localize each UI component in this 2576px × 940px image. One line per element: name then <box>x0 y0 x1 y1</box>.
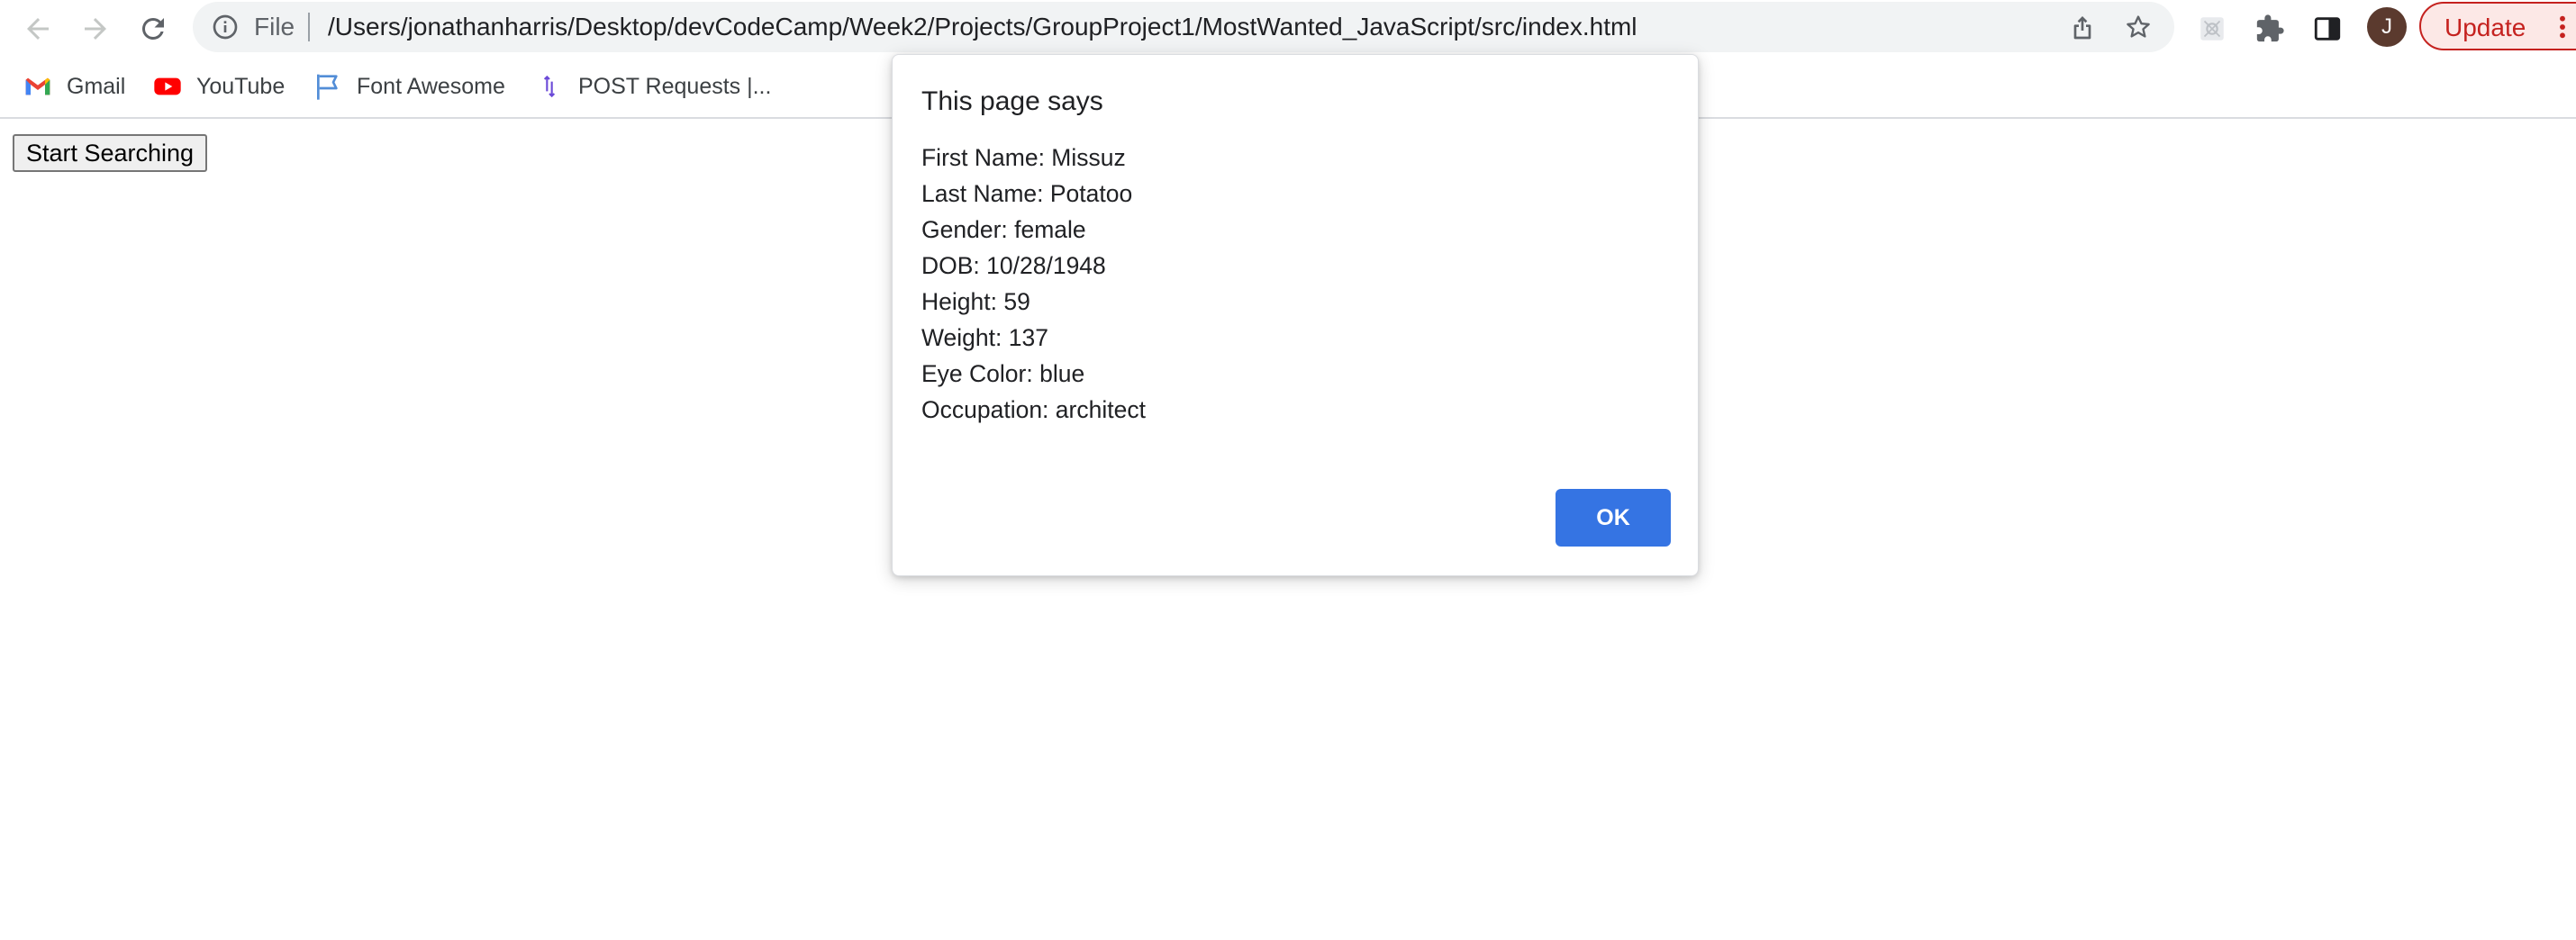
bookmark-label: Gmail <box>67 74 126 99</box>
bookmark-label: Font Awesome <box>357 74 505 99</box>
site-info-icon[interactable] <box>211 13 240 41</box>
side-panel-icon <box>2314 17 2341 41</box>
dialog-line-occupation: Occupation: architect <box>921 396 1146 423</box>
browser-toolbar: File /Users/jonathanharris/Desktop/devCo… <box>0 0 2576 58</box>
bookmark-youtube[interactable]: YouTube <box>153 68 285 104</box>
share-icon <box>2073 16 2091 40</box>
update-button[interactable]: Update <box>2419 2 2576 50</box>
forward-button[interactable] <box>74 7 117 50</box>
reload-button[interactable] <box>132 7 175 50</box>
back-button[interactable] <box>16 7 59 50</box>
extensions-menu-button[interactable] <box>2250 9 2290 49</box>
dialog-line-dob: DOB: 10/28/1948 <box>921 252 1106 279</box>
forward-arrow-icon <box>85 18 106 40</box>
post-requests-icon <box>543 75 556 98</box>
address-url-text[interactable]: /Users/jonathanharris/Desktop/devCodeCam… <box>328 14 1637 41</box>
back-arrow-icon <box>27 18 49 40</box>
bookmark-label: YouTube <box>196 74 286 99</box>
kebab-menu-icon <box>2560 15 2565 39</box>
bookmark-post-requests[interactable]: POST Requests |... <box>535 68 771 104</box>
address-divider <box>308 13 310 41</box>
dialog-title: This page says <box>921 86 1103 116</box>
bookmark-label: POST Requests |... <box>578 74 772 99</box>
start-searching-button[interactable]: Start Searching <box>13 134 207 172</box>
puzzle-piece-icon <box>2256 14 2284 42</box>
reload-icon <box>141 17 164 40</box>
side-panel-button[interactable] <box>2308 9 2347 49</box>
extension-grid-icon <box>2200 17 2224 41</box>
alert-dialog: This page says First Name: Missuz Last N… <box>892 54 1699 576</box>
dialog-line-last-name: Last Name: Potatoo <box>921 180 1133 207</box>
dialog-line-first-name: First Name: Missuz <box>921 144 1126 171</box>
bookmark-gmail[interactable]: Gmail <box>23 68 125 104</box>
dialog-line-height: Height: 59 <box>921 288 1030 315</box>
star-icon <box>2127 15 2150 38</box>
dialog-line-weight: Weight: 137 <box>921 324 1048 351</box>
gmail-icon <box>25 77 50 95</box>
bookmark-star-button[interactable] <box>2122 11 2154 43</box>
extension-button[interactable] <box>2192 9 2232 49</box>
share-button[interactable] <box>2066 11 2099 43</box>
dialog-line-gender: Gender: female <box>921 216 1086 243</box>
ok-button[interactable]: OK <box>1556 489 1671 547</box>
dialog-line-eye-color: Eye Color: blue <box>921 360 1085 387</box>
update-button-label: Update <box>2444 14 2526 41</box>
address-scheme-label: File <box>254 13 295 41</box>
address-bar[interactable]: File /Users/jonathanharris/Desktop/devCo… <box>193 2 2174 52</box>
font-awesome-flag-icon <box>317 74 338 100</box>
youtube-icon <box>154 77 181 95</box>
dialog-message: First Name: Missuz Last Name: Potatoo Ge… <box>921 140 1660 428</box>
bookmark-font-awesome[interactable]: Font Awesome <box>313 68 505 104</box>
profile-avatar[interactable]: J <box>2367 7 2407 47</box>
